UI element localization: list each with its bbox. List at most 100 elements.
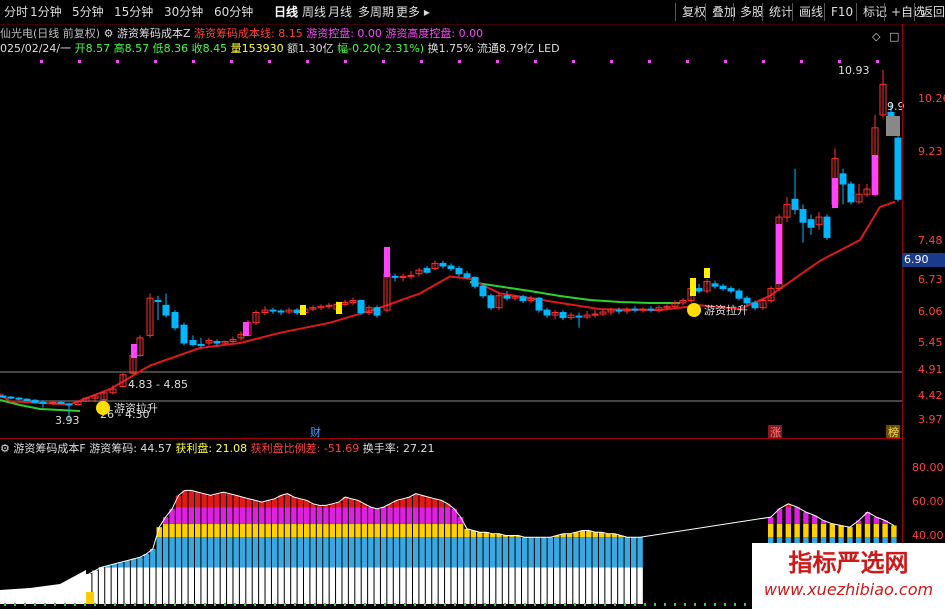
chip-bar-magenta	[393, 507, 400, 524]
marker-dot	[78, 60, 81, 63]
chip-bar-blue	[265, 537, 271, 568]
volume-tick	[424, 603, 426, 606]
volume-tick	[174, 603, 176, 606]
chip-bar-white	[182, 567, 188, 604]
chip-bar-magenta	[271, 507, 278, 524]
candle-body	[447, 265, 455, 270]
chip-bar-white	[304, 567, 310, 604]
signal-candle	[690, 278, 696, 296]
volume-tick	[394, 603, 396, 606]
chip-bar-blue	[368, 537, 374, 568]
volume-tick	[644, 603, 646, 606]
chip-bar-white	[380, 567, 387, 604]
kline-chart[interactable]: 10.939.93.934.83 - 4.8526 - 4.30游资拉升游资拉升…	[0, 0, 945, 609]
chip-bar-magenta	[374, 508, 380, 524]
chip-bar-blue	[355, 537, 361, 568]
volume-tick	[104, 603, 106, 606]
chip-bar-red	[265, 500, 271, 508]
volume-tick	[204, 603, 206, 606]
signal-candle	[336, 302, 342, 314]
chip-bar-magenta	[233, 507, 239, 524]
volume-tick	[24, 603, 26, 606]
chip-bar-yellow	[297, 523, 303, 538]
signal-label-2: 游资拉升	[704, 303, 748, 317]
chip-bar-yellow	[348, 523, 355, 538]
volume-tick	[64, 603, 66, 606]
chip-bar-magenta	[201, 507, 207, 524]
chip-bar-yellow	[803, 523, 809, 538]
candle-body	[639, 308, 647, 311]
chip-bar-blue	[573, 537, 579, 568]
chip-bar-yellow	[400, 523, 406, 538]
chip-bar-yellow	[838, 525, 844, 538]
chip-bar-white	[316, 567, 323, 604]
chip-bar-blue	[169, 537, 175, 568]
chip-bar-white	[566, 567, 573, 604]
marker-dot	[116, 60, 119, 63]
volume-tick	[44, 603, 46, 606]
chip-bar-magenta	[265, 507, 271, 524]
chip-bar-magenta	[278, 507, 284, 524]
chip-bar-white	[336, 567, 342, 604]
price-axis-label: 4.42	[918, 389, 943, 402]
chip-bar-white	[547, 567, 554, 604]
chip-bar-yellow	[387, 523, 393, 538]
chip-bar-white	[348, 567, 355, 604]
chip-bar-yellow	[291, 523, 297, 538]
chip-bar-white	[278, 567, 284, 604]
volume-tick	[464, 603, 466, 606]
indicator-gear-icon-2[interactable]: ⚙	[0, 442, 10, 455]
volume-tick	[684, 603, 686, 606]
signal-candle	[776, 224, 782, 284]
volume-tick	[284, 603, 286, 606]
candle-body	[325, 304, 333, 307]
marker-dot	[572, 60, 575, 63]
chip-bar-yellow	[425, 523, 432, 538]
candle-body	[807, 219, 815, 228]
candle-body	[479, 285, 487, 297]
chip-bar-red	[278, 495, 284, 508]
chip-bar-white	[400, 567, 406, 604]
chip-bar-blue	[560, 537, 566, 568]
chip-bar-yellow	[820, 523, 827, 538]
volume-tick	[324, 603, 326, 606]
chip-bar-yellow	[432, 523, 438, 538]
chip-bar-magenta	[794, 507, 800, 524]
chip-bar-yellow	[829, 523, 836, 538]
chip-bar-blue	[522, 537, 528, 568]
chip-bar-blue	[457, 537, 464, 568]
chip-bar-white	[137, 567, 143, 604]
candle-body	[711, 283, 719, 287]
chip-bar-magenta	[329, 507, 336, 524]
volume-tick	[54, 603, 56, 606]
candle-body	[423, 268, 431, 273]
chip-bar-blue	[598, 537, 605, 568]
chip-bar-white	[220, 567, 227, 604]
candle-body	[519, 296, 527, 302]
candle-body	[171, 312, 179, 329]
indicator-axis-label: 80.00	[912, 461, 944, 474]
chip-bar-yellow	[310, 523, 316, 538]
chip-bar-white	[143, 567, 150, 604]
price-axis-line	[902, 24, 903, 609]
indicator2-name[interactable]: 游资筹码成本F	[13, 442, 85, 455]
volume-tick	[604, 603, 606, 606]
smiley-signal-icon	[96, 401, 110, 415]
chip-bar-white	[98, 567, 105, 604]
volume-tick	[144, 603, 146, 606]
chip-bar-white	[310, 567, 316, 604]
chip-bar-yellow	[271, 523, 278, 538]
chip-bar-yellow	[864, 523, 871, 538]
chip-bar-white	[477, 567, 483, 604]
chip-bar-blue	[489, 537, 496, 568]
chip-bar-white	[246, 567, 252, 604]
chip-bar-blue	[477, 537, 483, 568]
chip-bar-white	[162, 567, 169, 604]
volume-tick	[414, 603, 416, 606]
chip-bar-blue	[310, 537, 316, 568]
price-axis-label: 6.06	[918, 305, 943, 318]
chip-bar-white	[124, 567, 130, 604]
chip-bar-yellow	[891, 525, 897, 538]
chip-bar-white	[329, 567, 336, 604]
chip-bar-blue	[547, 537, 554, 568]
